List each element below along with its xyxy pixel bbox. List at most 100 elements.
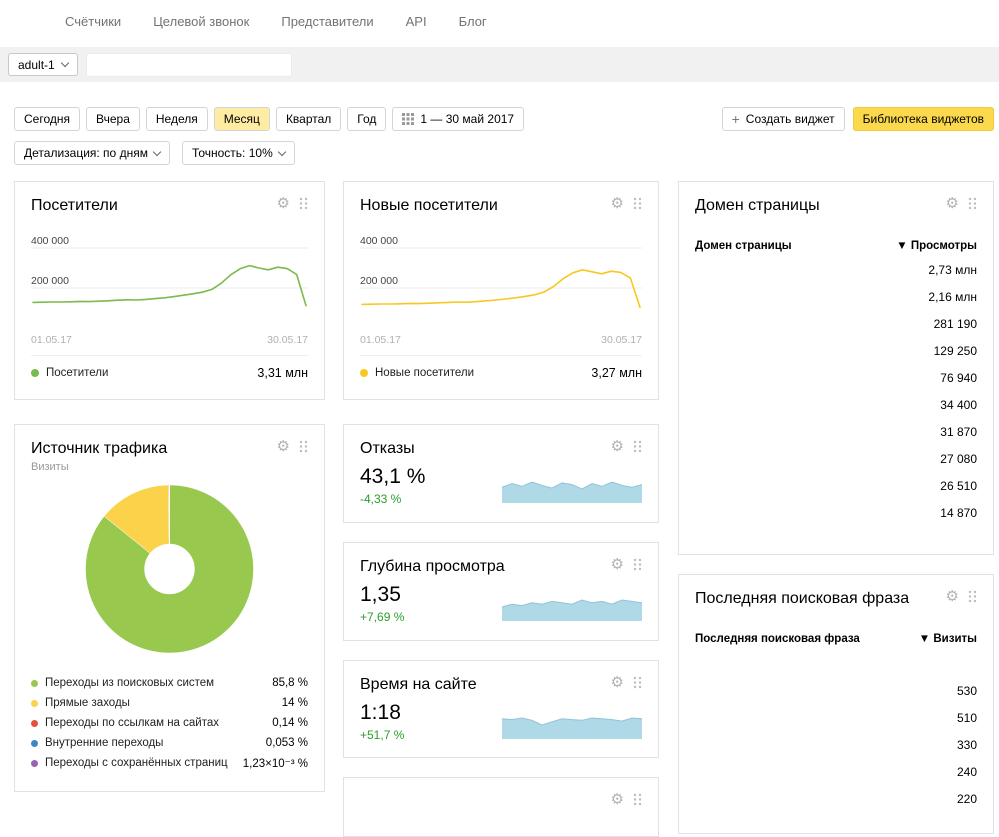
column-dimension[interactable]: Домен страницы (695, 240, 792, 252)
table-row[interactable]: 27 080 (695, 445, 977, 472)
table-header: Последняя поисковая фраза ▼ Визиты (695, 633, 977, 645)
widget-settings-icon[interactable]: ⚙ (611, 675, 624, 690)
table-row[interactable]: 129 250 (695, 337, 977, 364)
filters-row: Детализация: по дням Точность: 10% (14, 141, 295, 165)
top-nav: Счётчики Целевой звонок Представители API Бл… (0, 0, 999, 47)
chevron-down-icon (278, 147, 286, 155)
period-button-3[interactable]: Неделя (146, 107, 208, 131)
legend-item: Переходы по ссылкам на сайтах0,14 % (31, 713, 308, 733)
widget-drag-icon[interactable] (633, 676, 642, 689)
legend-dot (31, 740, 38, 747)
plus-icon: + (732, 112, 740, 126)
legend-value: 1,23×10⁻³ % (243, 756, 308, 770)
date-range-button[interactable]: 1 — 30 май 2017 (392, 107, 524, 131)
widget-page-domain: Домен страницы ⚙ Домен страницы ▼ Просмо… (678, 181, 994, 555)
table-header: Домен страницы ▼ Просмотры (695, 240, 977, 252)
widget-drag-icon[interactable] (968, 590, 977, 603)
row-value: 34 400 (940, 398, 977, 412)
widget-drag-icon[interactable] (968, 197, 977, 210)
widget-drag-icon[interactable] (299, 197, 308, 210)
visitors-line-chart: 400 000200 000 (31, 236, 308, 332)
table-row[interactable]: 281 190 (695, 310, 977, 337)
widget-settings-icon[interactable]: ⚙ (611, 557, 624, 572)
counter-select[interactable]: adult-1 (8, 53, 78, 76)
legend-label: Новые посетители (375, 367, 474, 379)
precision-dropdown[interactable]: Точность: 10% (182, 141, 295, 165)
detalization-dropdown[interactable]: Детализация: по дням (14, 141, 170, 165)
x-axis-labels: 01.05.17 30.05.17 (360, 334, 642, 346)
nav-item-4[interactable]: API (406, 14, 427, 47)
svg-text:200 000: 200 000 (31, 275, 69, 287)
x-axis-labels: 01.05.17 30.05.17 (31, 334, 308, 346)
table-row[interactable]: 220 (695, 785, 977, 812)
nav-item-5[interactable]: Блог (459, 14, 487, 47)
legend-item: Переходы с сохранённых страниц1,23×10⁻³ … (31, 753, 308, 773)
metric-value: 43,1 % (360, 465, 425, 489)
legend-dot (31, 680, 38, 687)
period-button-6[interactable]: Год (347, 107, 386, 131)
x-axis-start: 01.05.17 (31, 334, 72, 346)
table-row[interactable]: 530 (695, 677, 977, 704)
metric-value: 1:18 (360, 701, 404, 725)
table-row[interactable]: 510 (695, 704, 977, 731)
toolbar: СегодняВчераНеделяМесяцКварталГод 1 — 30… (14, 107, 994, 131)
table-row[interactable]: 240 (695, 758, 977, 785)
column-dimension[interactable]: Последняя поисковая фраза (695, 633, 860, 645)
time-spark-svg (502, 713, 642, 739)
widget-drag-icon[interactable] (299, 440, 308, 453)
nav-item-2[interactable]: Целевой звонок (153, 14, 249, 47)
nav-item-3[interactable]: Представители (281, 14, 373, 47)
column-sort-views[interactable]: ▼ Просмотры (896, 240, 977, 252)
widget-library-button[interactable]: Библиотека виджетов (853, 107, 994, 131)
table-row[interactable]: 2,73 млн (695, 256, 977, 283)
widget-title: Новые посетители (360, 196, 498, 216)
row-value: 240 (957, 765, 977, 779)
create-widget-button[interactable]: + Создать виджет (722, 107, 845, 131)
legend-value: 3,27 млн (591, 366, 642, 380)
table-row[interactable]: 31 870 (695, 418, 977, 445)
column-sort-visits[interactable]: ▼ Визиты (919, 633, 977, 645)
widget-page-depth: Глубина просмотра ⚙ 1,35 +7,69 % (343, 542, 659, 641)
legend-dot (31, 760, 38, 767)
metric-value: 1,35 (360, 583, 404, 607)
period-button-4[interactable]: Месяц (214, 107, 270, 131)
table-row[interactable]: 34 400 (695, 391, 977, 418)
widget-settings-icon[interactable]: ⚙ (277, 439, 290, 454)
chart-legend: Новые посетители 3,27 млн (360, 355, 642, 380)
table-row[interactable]: 14 870 (695, 499, 977, 526)
metric-delta: +7,69 % (360, 610, 404, 624)
bounce-spark-svg (502, 477, 642, 503)
nav-item-1[interactable]: Счётчики (65, 14, 121, 47)
widget-drag-icon[interactable] (633, 197, 642, 210)
legend-dot (31, 700, 38, 707)
row-value: 281 190 (934, 317, 977, 331)
bounce-sparkline (502, 477, 642, 503)
table-row[interactable]: 330 (695, 731, 977, 758)
row-value: 27 080 (940, 452, 977, 466)
widget-settings-icon[interactable]: ⚙ (946, 589, 959, 604)
period-button-5[interactable]: Квартал (276, 107, 341, 131)
legend-label: Переходы по ссылкам на сайтах (45, 717, 219, 729)
metric-delta: -4,33 % (360, 492, 425, 506)
widget-settings-icon[interactable]: ⚙ (946, 196, 959, 211)
metric-value-block: 1,35 +7,69 % (360, 579, 404, 624)
table-row[interactable]: 26 510 (695, 472, 977, 499)
chevron-down-icon (153, 147, 161, 155)
precision-label: Точность: 10% (192, 146, 273, 160)
widget-drag-icon[interactable] (633, 558, 642, 571)
widget-drag-icon[interactable] (633, 440, 642, 453)
table-row[interactable]: 76 940 (695, 364, 977, 391)
x-axis-start: 01.05.17 (360, 334, 401, 346)
row-value: 330 (957, 738, 977, 752)
widget-settings-icon[interactable]: ⚙ (277, 196, 290, 211)
row-value: 510 (957, 711, 977, 725)
widget-visitors: Посетители ⚙ 400 000200 000 01.05.17 30.… (14, 181, 325, 400)
counter-search-input[interactable] (86, 53, 292, 77)
widget-settings-icon[interactable]: ⚙ (611, 196, 624, 211)
widget-title: Источник трафика (31, 439, 167, 459)
period-button-1[interactable]: Сегодня (14, 107, 80, 131)
period-button-2[interactable]: Вчера (86, 107, 140, 131)
chevron-down-icon (60, 59, 68, 67)
table-row[interactable]: 2,16 млн (695, 283, 977, 310)
widget-settings-icon[interactable]: ⚙ (611, 439, 624, 454)
